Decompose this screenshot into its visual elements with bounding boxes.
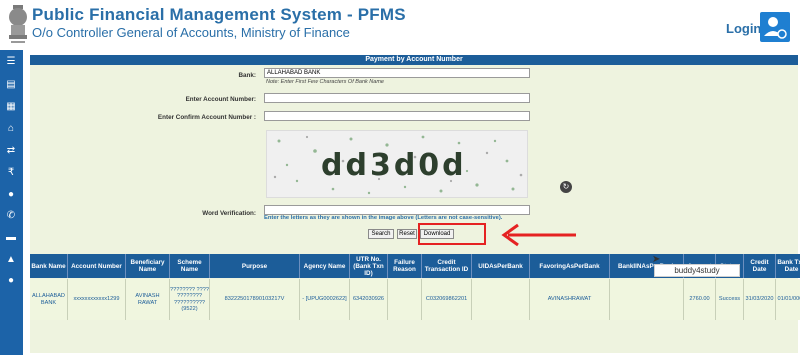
- refresh-captcha-icon[interactable]: ↻: [560, 181, 572, 193]
- table-cell: 832225017890103217V: [210, 279, 300, 320]
- app-subtitle: O/o Controller General of Accounts, Mini…: [32, 25, 350, 40]
- table-cell: - [UPUG0002622]: [300, 279, 350, 320]
- word-verification-hint: Enter the letters as they are shown in t…: [264, 215, 503, 221]
- document-icon[interactable]: ▤: [4, 79, 18, 91]
- login-button[interactable]: [760, 12, 790, 42]
- table-cell: [610, 279, 684, 320]
- captcha-text: dd3d0d: [321, 148, 467, 183]
- table-cell: AVINASHRAWAT: [530, 279, 610, 320]
- login-link[interactable]: Login: [726, 21, 761, 36]
- table-header-cell: UIDAsPerBank: [472, 254, 530, 278]
- table-icon[interactable]: ▦: [4, 101, 18, 113]
- table-cell: [472, 279, 530, 320]
- captcha-noise: dd3d0d: [273, 135, 523, 195]
- table-cell: 31/03/2020: [744, 279, 776, 320]
- app-title: Public Financial Management System - PFM…: [32, 5, 406, 24]
- watermark: buddy4study: [654, 264, 740, 277]
- app-header: Public Financial Management System - PFM…: [0, 0, 800, 50]
- table-header-cell: Agency Name: [300, 254, 350, 278]
- payment-search-panel: Payment by Account Number Bank: ALLAHABA…: [30, 55, 800, 353]
- highlight-box: [418, 223, 486, 245]
- table-header-cell: Credit Date: [744, 254, 776, 278]
- user-icon[interactable]: ●: [4, 275, 18, 287]
- table-header-cell: Account Number: [68, 254, 126, 278]
- account-number-label: Enter Account Number:: [185, 96, 256, 103]
- table-header-cell: Failure Reason: [388, 254, 422, 278]
- word-verification-label: Word Verification:: [202, 210, 256, 217]
- table-cell: 01/01/0001: [776, 279, 800, 320]
- chat-icon[interactable]: ▬: [4, 232, 18, 244]
- table-cell: 6342030926: [350, 279, 388, 320]
- reset-button[interactable]: Reset: [397, 229, 417, 239]
- table-cell: AVINASH RAWAT: [126, 279, 170, 320]
- word-verification-input[interactable]: [264, 205, 530, 215]
- table-header-cell: UTR No. (Bank Txn ID): [350, 254, 388, 278]
- table-cell: C032069862201: [422, 279, 472, 320]
- table-cell: ???????? ???? ???????? ?????????? (9522): [170, 279, 210, 320]
- form-heading: Payment by Account Number: [30, 55, 798, 65]
- bank-note: Note: Enter First Few Characters Of Bank…: [266, 79, 384, 85]
- confirm-account-label: Enter Confirm Account Number :: [157, 114, 256, 121]
- warning-icon[interactable]: ▲: [4, 254, 18, 266]
- table-header-cell: Scheme Name: [170, 254, 210, 278]
- table-cell: Success: [716, 279, 744, 320]
- table-cell: [388, 279, 422, 320]
- user-login-icon: [764, 17, 787, 39]
- national-emblem-icon: [9, 5, 27, 43]
- bank-label: Bank:: [238, 72, 257, 79]
- bank-icon[interactable]: ⌂: [4, 123, 18, 135]
- table-header-cell: Bank Txn Date: [776, 254, 800, 278]
- menu-icon[interactable]: ☰: [4, 56, 18, 68]
- table-cell: xxxxxxxxxxxx1299: [68, 279, 126, 320]
- table-header-cell: Purpose: [210, 254, 300, 278]
- table-header-cell: Bank Name: [30, 254, 68, 278]
- table-header-cell: Beneficiary Name: [126, 254, 170, 278]
- bank-input[interactable]: ALLAHABAD BANK: [264, 68, 530, 78]
- transfer-icon[interactable]: ⇄: [4, 145, 18, 157]
- phone-icon[interactable]: ✆: [4, 210, 18, 222]
- search-button[interactable]: Search: [368, 229, 394, 239]
- account-number-input[interactable]: [264, 93, 530, 103]
- location-icon[interactable]: ●: [4, 189, 18, 201]
- red-arrow-icon: [501, 223, 576, 247]
- table-cell: ALLAHABAD BANK: [30, 279, 68, 320]
- captcha-image: dd3d0d: [266, 130, 528, 198]
- table-header-cell: FavoringAsPerBank: [530, 254, 610, 278]
- sidebar: ☰ ▤ ▦ ⌂ ⇄ ₹ ● ✆ ▬ ▲ ●: [0, 50, 23, 355]
- confirm-account-input[interactable]: [264, 111, 530, 121]
- table-cell: 2760.00: [684, 279, 716, 320]
- rupee-icon[interactable]: ₹: [4, 167, 18, 179]
- table-header-cell: Credit Transaction ID: [422, 254, 472, 278]
